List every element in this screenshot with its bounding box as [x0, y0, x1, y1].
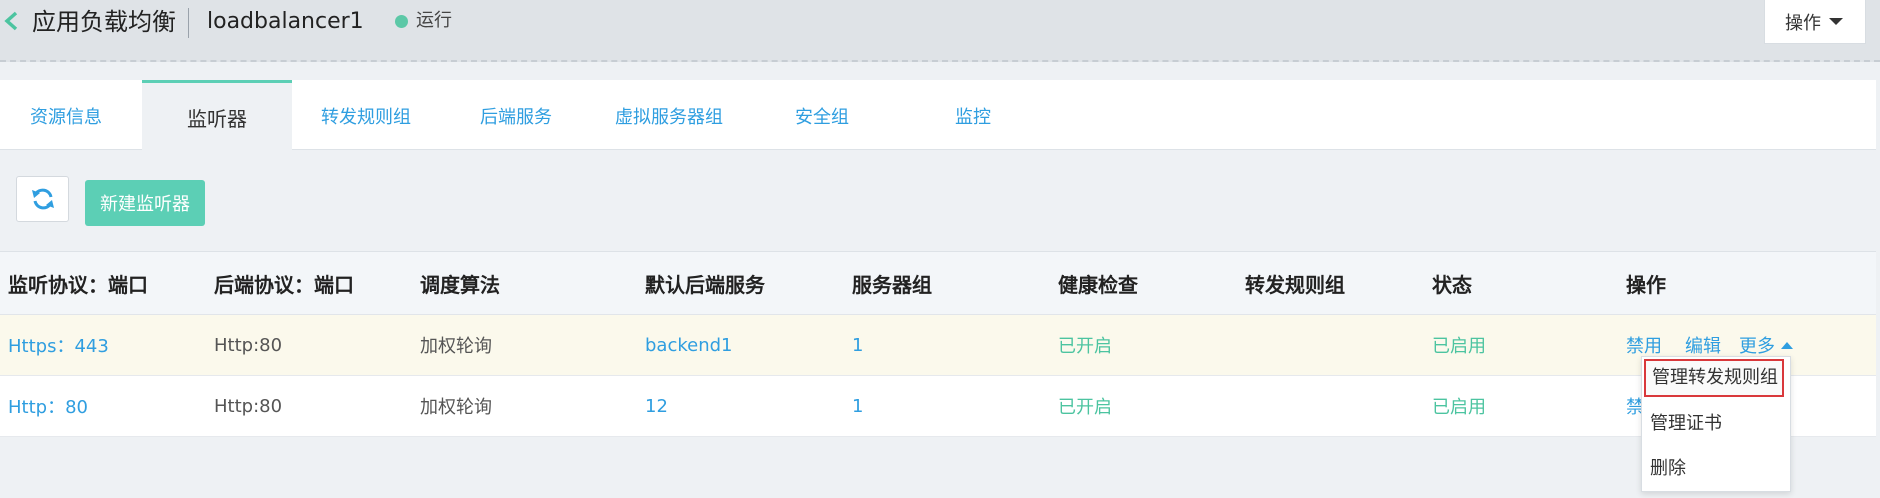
tab-forwarding-rule-groups[interactable]: 转发规则组	[321, 80, 411, 150]
caret-down-icon	[1829, 18, 1843, 25]
top-header: 应用负载均衡 loadbalancer1 运行 操作	[0, 0, 1880, 62]
caret-up-icon	[1781, 341, 1793, 349]
status-badge: 已启用	[1432, 336, 1486, 357]
col-health-check: 健康检查	[1058, 272, 1138, 297]
col-listen-protocol-port: 监听协议：端口	[8, 272, 148, 297]
col-rule-group: 转发规则组	[1245, 272, 1345, 297]
menu-item-delete[interactable]: 删除	[1650, 457, 1686, 481]
default-backend-link[interactable]: backend1	[645, 315, 733, 375]
server-group-link[interactable]: 1	[852, 376, 863, 436]
health-check-status: 已开启	[1058, 397, 1112, 418]
more-label: 更多	[1739, 336, 1775, 357]
col-default-backend: 默认后端服务	[645, 272, 765, 297]
tab-bar: 资源信息 监听器 转发规则组 后端服务 虚拟服务器组 安全组 监控	[0, 80, 1876, 151]
backend-protocol: Http:80	[214, 395, 283, 417]
health-check-status: 已开启	[1058, 336, 1112, 357]
col-server-group: 服务器组	[852, 272, 932, 297]
status-badge: 已启用	[1432, 397, 1486, 418]
operations-label: 操作	[1785, 12, 1821, 34]
tab-security-groups[interactable]: 安全组	[795, 80, 849, 150]
status-dot-icon	[395, 15, 408, 28]
tab-resource-info[interactable]: 资源信息	[30, 80, 102, 150]
algorithm: 加权轮询	[420, 397, 492, 418]
back-chevron-icon[interactable]	[2, 10, 22, 32]
tab-monitoring[interactable]: 监控	[955, 80, 991, 150]
col-scheduling-algorithm: 调度算法	[420, 272, 500, 297]
app-title: 应用负载均衡	[32, 8, 176, 36]
more-actions-menu: 管理转发规则组 管理证书 删除	[1641, 356, 1791, 492]
table-row: Http：80 Http:80 加权轮询 12 1 已开启 已启用 禁	[0, 376, 1876, 437]
listeners-table: 监听协议：端口 后端协议：端口 调度算法 默认后端服务 服务器组 健康检查 转发…	[0, 251, 1876, 437]
server-group-link[interactable]: 1	[852, 315, 863, 375]
tab-backend-services[interactable]: 后端服务	[480, 80, 552, 150]
listen-port-link[interactable]: Http：80	[8, 376, 88, 436]
menu-item-manage-rule-groups[interactable]: 管理转发规则组	[1644, 359, 1784, 397]
title-divider	[188, 8, 189, 38]
col-backend-protocol-port: 后端协议：端口	[214, 272, 354, 297]
operations-dropdown-button[interactable]: 操作	[1764, 0, 1866, 44]
listen-port-link[interactable]: Https：443	[8, 315, 109, 375]
table-header: 监听协议：端口 后端协议：端口 调度算法 默认后端服务 服务器组 健康检查 转发…	[0, 252, 1876, 315]
new-listener-button[interactable]: 新建监听器	[85, 180, 205, 226]
tab-virtual-server-groups[interactable]: 虚拟服务器组	[615, 80, 723, 150]
algorithm: 加权轮询	[420, 336, 492, 357]
backend-protocol: Http:80	[214, 334, 283, 356]
table-row: Https：443 Http:80 加权轮询 backend1 1 已开启 已启…	[0, 315, 1876, 376]
default-backend-link[interactable]: 12	[645, 376, 668, 436]
menu-item-manage-certificates[interactable]: 管理证书	[1650, 412, 1722, 436]
status-text: 运行	[416, 10, 452, 31]
refresh-button[interactable]	[16, 176, 69, 222]
loadbalancer-name: loadbalancer1	[207, 9, 364, 34]
refresh-icon	[31, 188, 54, 210]
col-actions: 操作	[1626, 272, 1666, 297]
col-status: 状态	[1432, 272, 1472, 297]
tab-listeners[interactable]: 监听器	[142, 80, 292, 151]
